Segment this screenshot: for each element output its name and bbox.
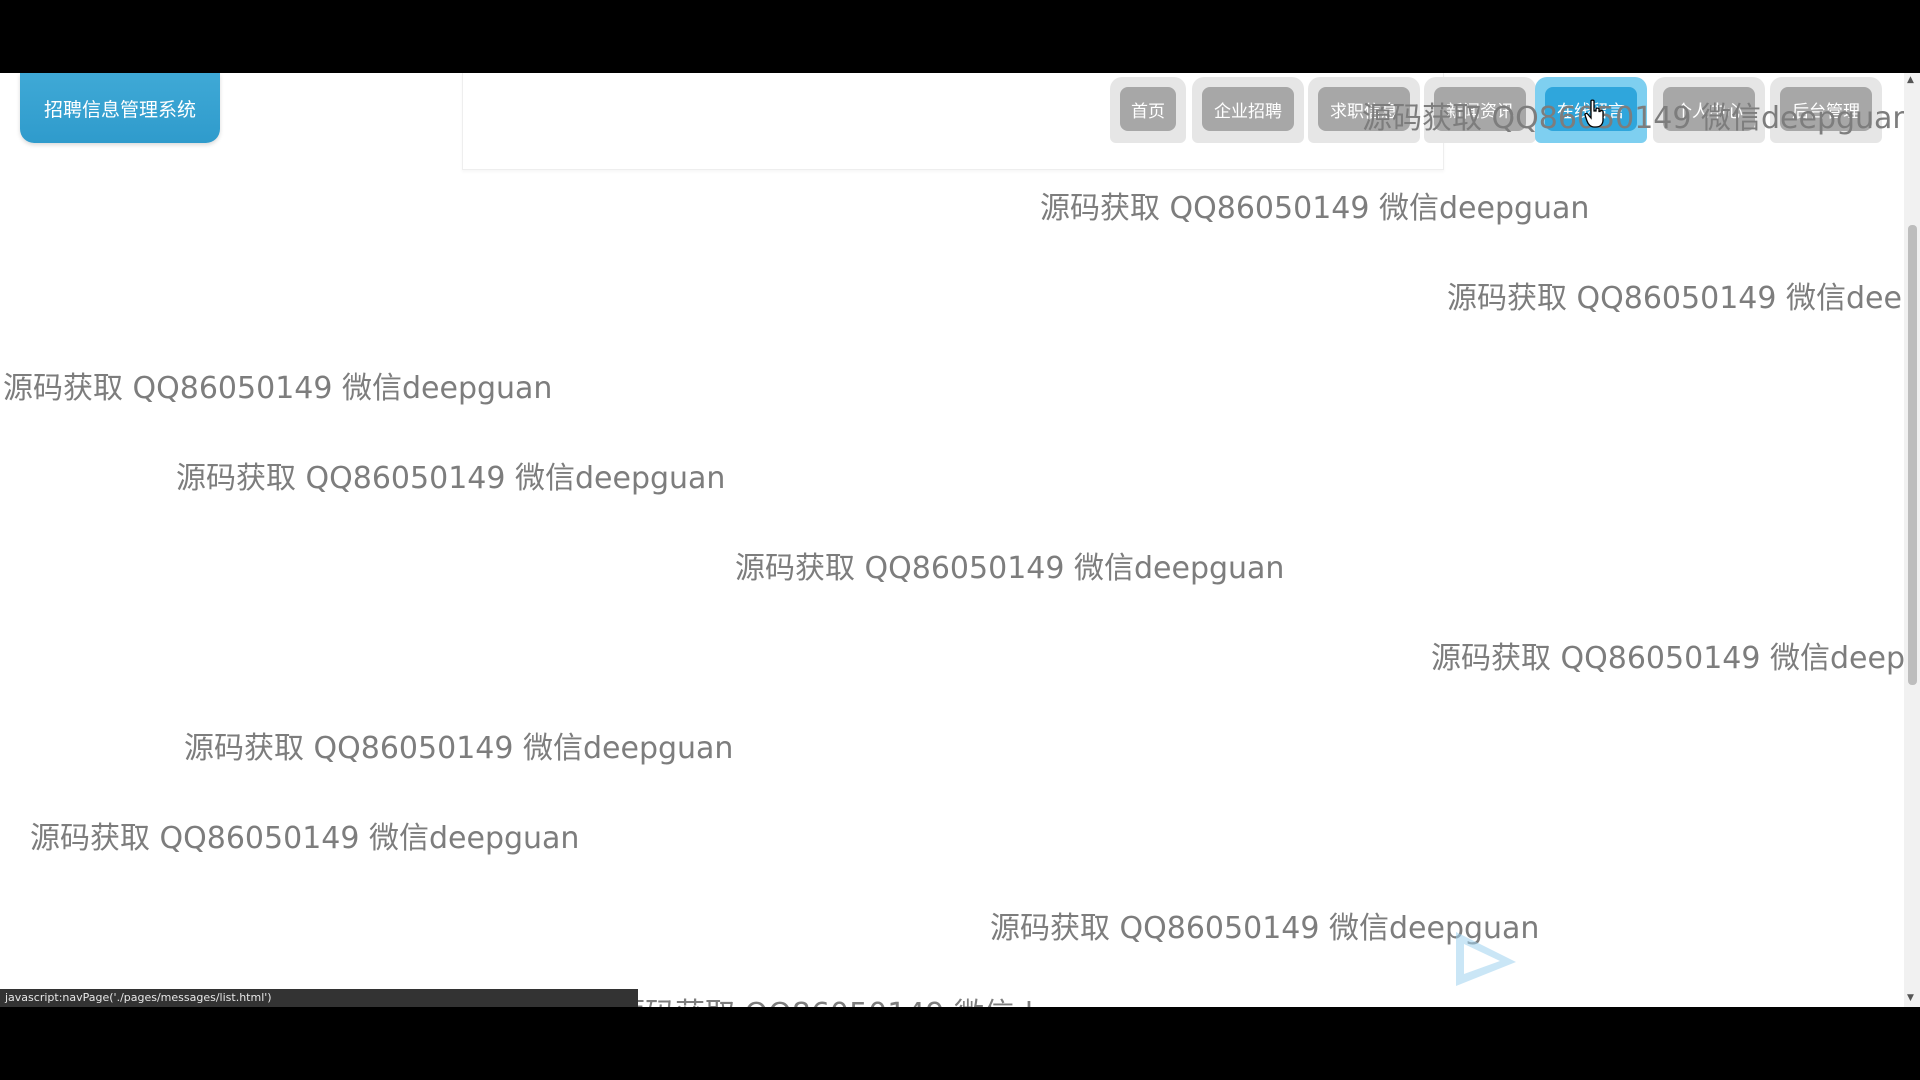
nav-label-company-jobs[interactable]: 企业招聘 — [1202, 87, 1294, 131]
nav-item-home[interactable]: 首页 — [1110, 77, 1186, 143]
vertical-scrollbar[interactable]: ▲ ▼ — [1904, 73, 1920, 1007]
watermark-text: 源码获取 QQ86050149 微信deepguan — [30, 821, 580, 856]
app-logo-title[interactable]: 招聘信息管理系统 — [20, 73, 220, 143]
browser-viewport: 招聘信息管理系统 首页 企业招聘 求职信息 新闻资讯 在线留言 个人中心 后台管… — [0, 73, 1920, 1007]
hand-cursor-icon — [1584, 99, 1604, 128]
scroll-up-arrow-icon[interactable]: ▲ — [1907, 75, 1914, 85]
scrollbar-thumb[interactable] — [1908, 225, 1917, 685]
watermark-text: 源码获取 QQ86050149 微信deepguan — [1040, 191, 1590, 226]
watermark-text: 源码获取 QQ86050149 微信deepguan — [3, 371, 553, 406]
nav-label-home[interactable]: 首页 — [1120, 87, 1176, 131]
watermark-text: 源码获取 QQ86050149 微信deepguan — [176, 461, 726, 496]
scroll-down-arrow-icon[interactable]: ▼ — [1907, 993, 1914, 1003]
watermark-text: 源码获取 QQ86050149 微信deepguan — [735, 551, 1285, 586]
link-status-bar: javascript:navPage('./pages/messages/lis… — [0, 989, 638, 1007]
watermark-text: 源码获取 QQ86050149 微信deepguan — [615, 989, 1164, 1007]
watermark-text: 源码获取 QQ86050149 微信deepguan — [184, 731, 734, 766]
watermark-text: 源码获取 QQ86050149 微信deepguan — [1362, 101, 1912, 136]
play-logo-icon — [1456, 932, 1516, 986]
watermark-text: 源码获取 QQ86050149 微信deepguan — [1431, 641, 1920, 676]
watermark-text: 源码获取 QQ86050149 微信deepguan — [1447, 281, 1920, 316]
nav-item-company-jobs[interactable]: 企业招聘 — [1192, 77, 1304, 143]
